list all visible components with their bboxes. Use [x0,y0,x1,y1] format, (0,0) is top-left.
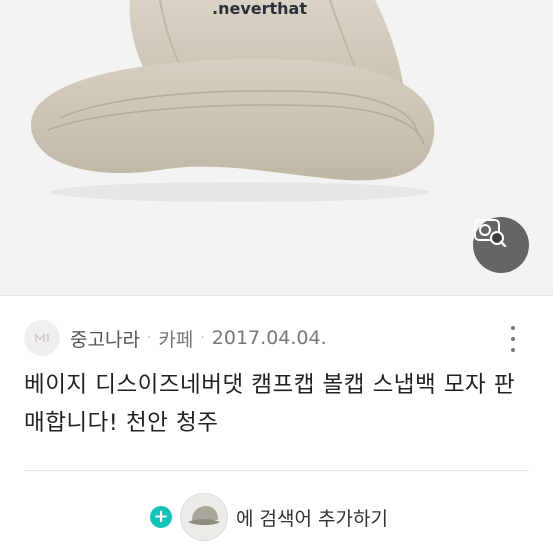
meta-separator: · [146,330,152,346]
product-photo[interactable]: .neverthat [0,0,553,295]
plus-icon: + [150,506,172,528]
cafe-avatar-icon[interactable] [24,320,60,356]
svg-text:.neverthat: .neverthat [212,0,307,18]
image-search-icon [474,219,507,247]
source-name[interactable]: 중고나라 [70,325,140,352]
post-title[interactable]: 베이지 디스이즈네버댓 캠프캡 볼캡 스냅백 모자 판매합니다! 천안 청주 [24,366,524,442]
image-search-button[interactable] [473,217,529,273]
divider [24,470,529,471]
add-search-keyword-button[interactable]: + 에 검색어 추가하기 [150,492,388,542]
category-label: 카페 [158,328,194,351]
cap-thumbnail-icon [188,506,220,525]
divider [0,295,553,296]
add-keyword-label: 에 검색어 추가하기 [236,507,388,530]
more-vertical-icon[interactable] [503,326,523,352]
post-meta-row: 중고나라 · 카페 · 2017.04.04. [24,318,537,358]
keyword-thumbnail [180,493,228,541]
cap-image: .neverthat [30,0,435,202]
cafe-avatar-glyph-icon [35,333,49,342]
meta-separator: · [200,330,205,346]
post-date: 2017.04.04. [211,327,327,349]
